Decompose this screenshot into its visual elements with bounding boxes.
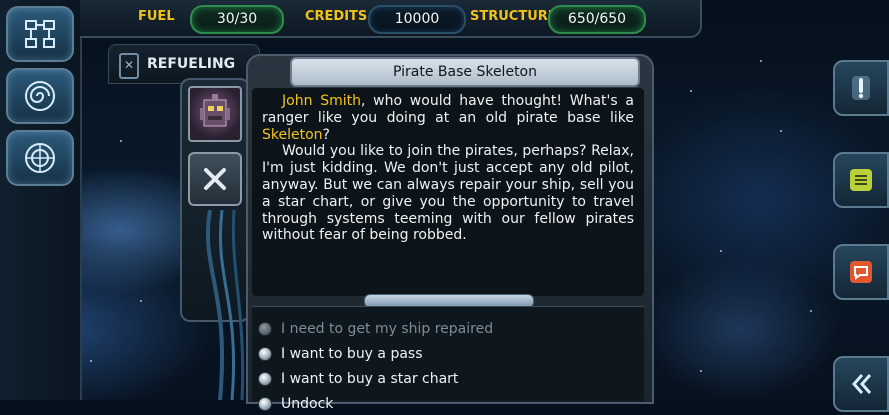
chat-icon: [850, 261, 872, 283]
credits-value: 10000: [368, 5, 466, 34]
log-button[interactable]: [833, 152, 889, 208]
structure-value: 650/650: [548, 5, 646, 34]
option-label: I want to buy a star chart: [281, 371, 459, 387]
option-label: I need to get my ship repaired: [281, 321, 494, 337]
spiral-galaxy-button[interactable]: [6, 68, 74, 124]
galaxy-map-button[interactable]: [6, 6, 74, 62]
place-name: Skeleton: [262, 126, 323, 143]
right-sidebar: [833, 40, 889, 412]
radar-button[interactable]: [6, 130, 74, 186]
option-undock[interactable]: Undock: [258, 393, 333, 415]
spiral-icon: [25, 81, 55, 111]
close-dialog-button[interactable]: [188, 152, 242, 206]
credits-label: CREDITS: [305, 9, 368, 24]
back-button[interactable]: [833, 356, 889, 412]
close-icon: [204, 168, 226, 190]
exclamation-icon: [852, 76, 870, 100]
option-label: Undock: [281, 396, 334, 412]
network-icon: [25, 20, 55, 48]
option-bullet-icon: [258, 322, 272, 336]
dialog-paragraph-2: Would you like to join the pirates, perh…: [262, 143, 634, 244]
fuel-value: 30/30: [190, 5, 284, 34]
left-sidebar: [0, 0, 82, 400]
document-icon: [850, 169, 872, 191]
option-label: I want to buy a pass: [281, 346, 423, 362]
option-buy-pass[interactable]: I want to buy a pass: [258, 343, 423, 365]
dialog-options: I need to get my ship repaired I want to…: [252, 306, 644, 412]
dialog-text-area: John Smith, who would have thought! What…: [252, 88, 644, 296]
structure-label: STRUCTURE: [470, 9, 557, 24]
fuel-canister-icon: ✕: [119, 53, 139, 79]
option-bullet-icon: [258, 372, 272, 386]
tab-refueling-label: REFUELING: [147, 56, 236, 72]
dialog-paragraph-1: John Smith, who would have thought! What…: [252, 88, 644, 143]
speaker-portrait: [188, 86, 242, 142]
dialog-title: Pirate Base Skeleton: [290, 57, 640, 87]
option-bullet-icon: [258, 397, 272, 411]
player-name: John Smith: [282, 93, 361, 109]
alert-button[interactable]: [833, 60, 889, 116]
option-bullet-icon: [258, 347, 272, 361]
option-buy-star-chart[interactable]: I want to buy a star chart: [258, 368, 458, 390]
robot-portrait-icon: [200, 94, 230, 127]
radar-icon: [25, 143, 55, 173]
double-chevron-left-icon: [851, 374, 872, 394]
messages-button[interactable]: [833, 244, 889, 300]
cables-decoration: [205, 210, 245, 400]
dialog-text-part: ?: [322, 126, 330, 143]
option-repair-ship[interactable]: I need to get my ship repaired: [258, 318, 493, 340]
fuel-label: FUEL: [138, 9, 175, 24]
